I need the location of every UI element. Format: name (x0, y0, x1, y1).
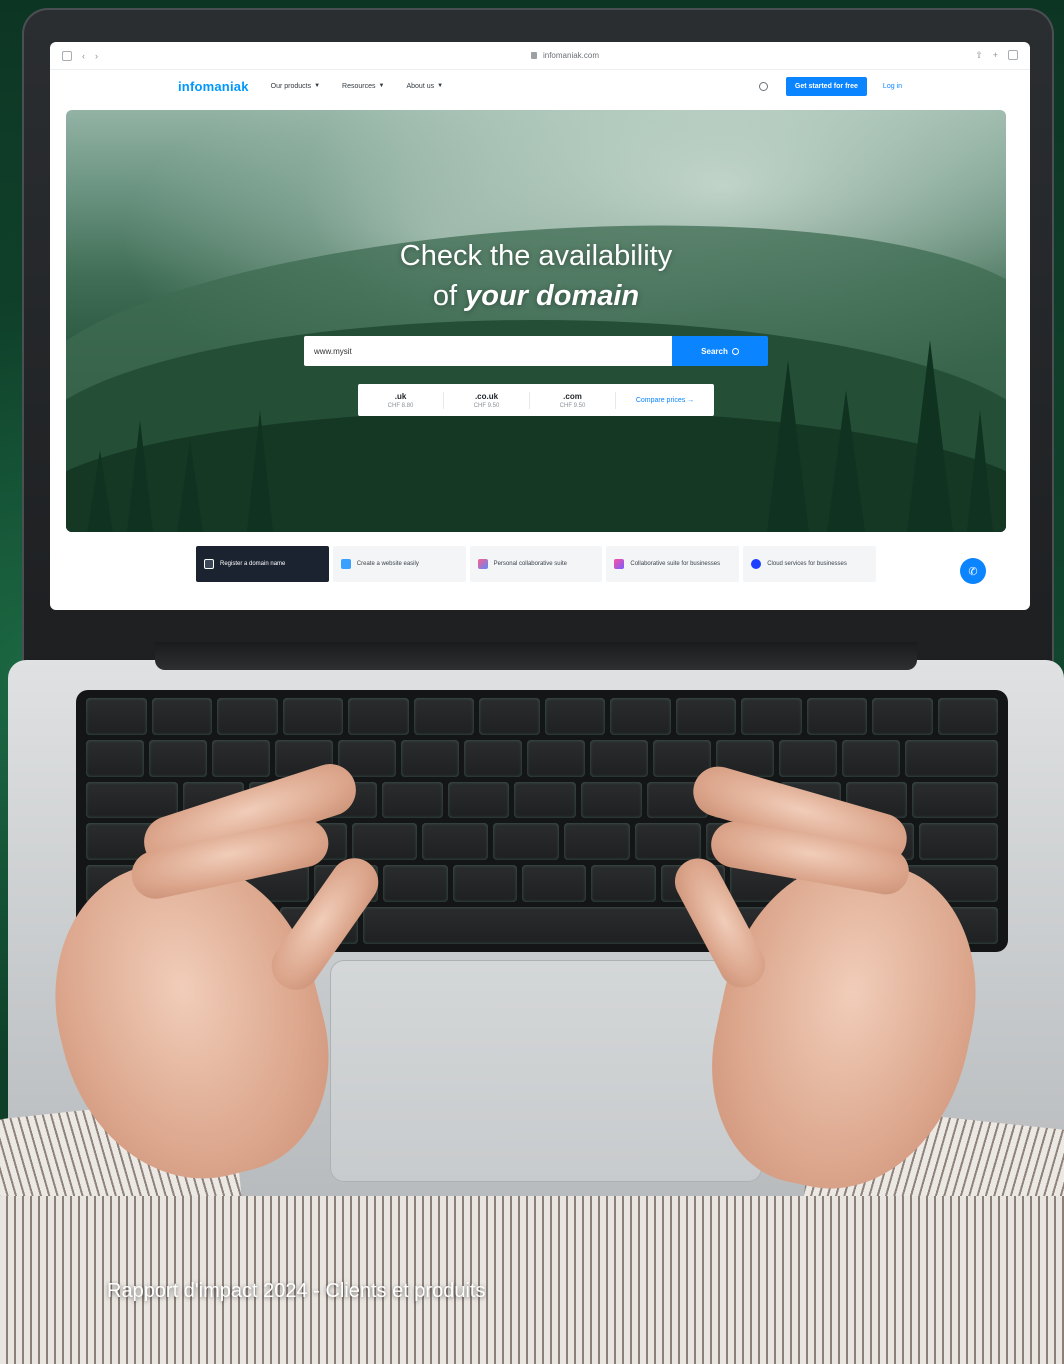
lock-icon (530, 52, 537, 59)
cloud-icon (751, 559, 762, 569)
tld-uk[interactable]: .uk CHF 8.80 (358, 391, 444, 409)
browser-toolbar: ‹ › infomaniak.com ⇧ + (50, 42, 1030, 70)
nav-label: Resources (342, 82, 376, 90)
tld-prices: .uk CHF 8.80 .co.uk CHF 9.50 .com CHF 9.… (358, 384, 714, 416)
get-started-button[interactable]: Get started for free (785, 76, 867, 96)
laptop-trackpad (330, 960, 762, 1182)
nav-label: Our products (270, 82, 312, 90)
search-button[interactable]: Search (672, 336, 768, 366)
hero-banner: Check the availability of your domain Se… (66, 110, 1006, 532)
new-tab-icon[interactable]: + (993, 50, 998, 61)
nav-about-us[interactable]: About us ▼ (406, 83, 443, 90)
address-bar[interactable]: infomaniak.com (192, 51, 938, 60)
chevron-down-icon: ▼ (437, 83, 444, 89)
back-icon[interactable]: ‹ (82, 51, 85, 61)
chevron-down-icon: ▼ (314, 83, 321, 89)
nav-resources[interactable]: Resources ▼ (342, 83, 384, 90)
tld-com[interactable]: .com CHF 9.50 (530, 391, 616, 409)
hero-title-line2: of your domain (432, 280, 640, 312)
tabs-icon[interactable] (1008, 50, 1018, 60)
forward-icon[interactable]: › (95, 51, 98, 61)
share-icon[interactable]: ⇧ (975, 50, 983, 61)
domain-icon (204, 559, 214, 569)
report-caption: Rapport d'impact 2024 - Clients et produ… (107, 1280, 486, 1302)
support-chat-icon[interactable]: ✆ (960, 558, 986, 584)
site-logo[interactable]: infomaniak (178, 79, 249, 94)
laptop-hinge (155, 642, 917, 670)
product-register-domain[interactable]: Register a domain name (196, 546, 329, 582)
address-text: infomaniak.com (542, 51, 600, 60)
login-link[interactable]: Log in (883, 83, 902, 90)
search-icon (731, 347, 739, 355)
suite-icon (477, 559, 488, 569)
product-business-suite[interactable]: Collaborative suite for businesses (606, 546, 740, 582)
domain-search: Search (304, 336, 768, 366)
hero-title-line1: Check the availability (399, 240, 673, 272)
compare-prices-link[interactable]: Compare prices → (616, 397, 714, 404)
tld-co-uk[interactable]: .co.uk CHF 9.50 (444, 391, 530, 409)
search-icon[interactable] (758, 81, 768, 91)
product-cloud-services[interactable]: Cloud services for businesses (743, 546, 876, 582)
sidebar-icon[interactable] (62, 50, 72, 61)
laptop-screen: ‹ › infomaniak.com ⇧ + infomaniak Our pr… (50, 42, 1030, 610)
product-create-website[interactable]: Create a website easily (332, 546, 466, 582)
hero-title: Check the availability of your domain (66, 236, 1006, 316)
domain-search-input[interactable] (304, 336, 672, 366)
nav-our-products[interactable]: Our products ▼ (271, 83, 320, 90)
product-tabs: Register a domain name Create a website … (196, 546, 876, 582)
product-personal-suite[interactable]: Personal collaborative suite (469, 546, 603, 582)
business-suite-icon (614, 559, 625, 569)
site-navigation: infomaniak Our products ▼ Resources ▼ Abou… (50, 70, 1030, 102)
website-icon (340, 559, 351, 569)
chevron-down-icon: ▼ (378, 83, 385, 89)
nav-label: About us (406, 82, 435, 90)
